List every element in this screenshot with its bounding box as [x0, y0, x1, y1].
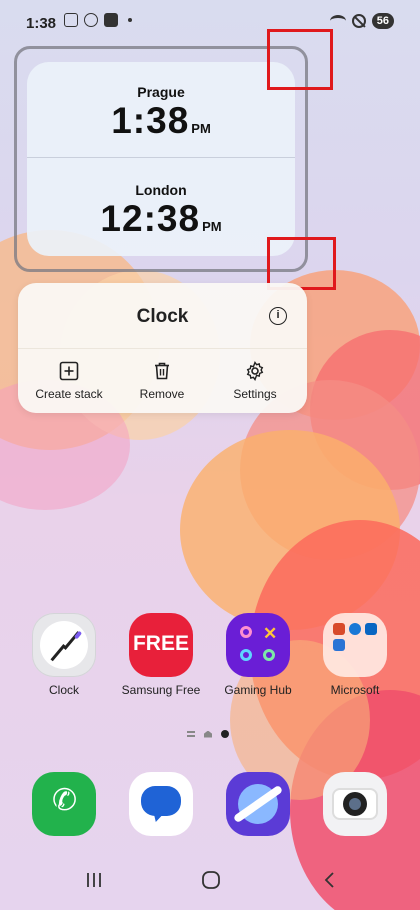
add-square-icon: [59, 361, 79, 381]
status-bar: 1:38 56: [0, 0, 420, 46]
internet-icon: [226, 772, 290, 836]
widget-context-menu: Clock i Create stack Remove Settings: [18, 283, 307, 413]
phone-icon: ✆: [32, 772, 96, 836]
app-clock-label: Clock: [48, 683, 79, 697]
battery-indicator: 56: [371, 13, 394, 29]
wifi-icon: [329, 15, 346, 27]
clock-city-2: London: [135, 182, 187, 198]
info-icon[interactable]: i: [269, 307, 287, 325]
context-menu-divider: [18, 348, 307, 349]
clock-time-1: 1:38 PM: [27, 100, 295, 142]
screenshot-icon: [64, 13, 78, 27]
app-samsung-free-label: Samsung Free: [121, 683, 201, 697]
context-menu-title: Clock: [136, 306, 189, 327]
clock-divider: [27, 157, 295, 158]
dock-phone[interactable]: ✆: [21, 772, 107, 836]
clock-time-1-value: 1:38: [111, 100, 190, 141]
dock-camera[interactable]: [312, 772, 398, 836]
app-folder-microsoft[interactable]: Microsoft: [312, 613, 398, 697]
clock-city-1: Prague: [137, 84, 185, 100]
dock-internet[interactable]: [215, 772, 301, 836]
messages-icon: [129, 772, 193, 836]
back-icon[interactable]: [320, 870, 340, 890]
remove-label: Remove: [139, 387, 185, 401]
sync-icon: [84, 13, 98, 27]
navigation-bar: [0, 860, 420, 904]
app-folder-microsoft-label: Microsoft: [330, 683, 380, 697]
page-indicator-current-dot: [221, 730, 229, 738]
trash-icon: [155, 362, 169, 380]
create-stack-label: Create stack: [35, 387, 103, 401]
settings-button[interactable]: Settings: [207, 361, 303, 401]
clock-time-2: 12:38 PM: [27, 198, 295, 240]
folder-icon: [323, 613, 387, 677]
page-indicator[interactable]: [187, 730, 229, 738]
checkbox-icon: [104, 13, 118, 27]
page-indicator-home-icon: [204, 730, 212, 738]
more-notifications-icon: [128, 18, 132, 22]
recent-apps-icon[interactable]: [84, 870, 104, 890]
page-indicator-menu-icon: [187, 731, 195, 737]
clock-time-2-value: 12:38: [100, 198, 201, 239]
create-stack-button[interactable]: Create stack: [21, 361, 117, 401]
dock-messages[interactable]: [118, 772, 204, 836]
gear-icon: [246, 361, 264, 381]
status-time: 1:38: [26, 15, 57, 32]
gaming-hub-icon: ✕: [226, 613, 290, 677]
highlight-box-top-right: [267, 29, 333, 90]
clock-icon: [32, 613, 96, 677]
app-samsung-free[interactable]: FREE Samsung Free: [118, 613, 204, 697]
home-icon[interactable]: [201, 870, 221, 890]
remove-button[interactable]: Remove: [114, 361, 210, 401]
samsung-free-icon-text: FREE: [132, 632, 189, 655]
do-not-disturb-icon: [351, 14, 366, 28]
app-clock[interactable]: Clock: [21, 613, 107, 697]
samsung-free-icon: FREE: [129, 613, 193, 677]
camera-icon: [323, 772, 387, 836]
settings-label: Settings: [233, 387, 277, 401]
world-clock-widget[interactable]: Prague 1:38 PM London 12:38 PM: [27, 62, 295, 256]
clock-time-2-ampm: PM: [202, 219, 222, 234]
app-gaming-hub[interactable]: ✕ Gaming Hub: [215, 613, 301, 697]
app-gaming-hub-label: Gaming Hub: [224, 683, 292, 697]
clock-time-1-ampm: PM: [191, 121, 211, 136]
